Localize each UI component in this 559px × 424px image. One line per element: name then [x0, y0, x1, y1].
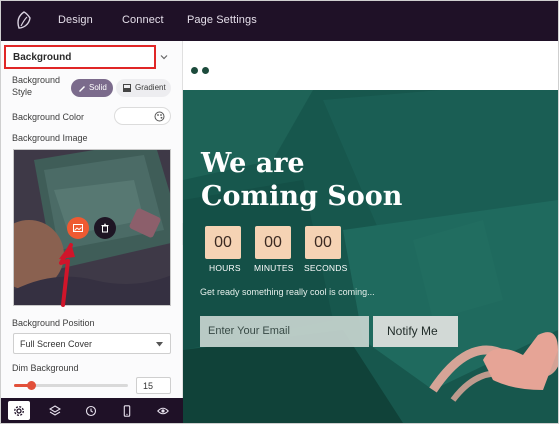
media-library-button[interactable] — [67, 217, 89, 239]
background-position-label: Background Position — [12, 318, 95, 328]
dim-background-label: Dim Background — [12, 363, 79, 373]
annotation-arrow-icon — [59, 243, 75, 307]
layers-button[interactable] — [37, 398, 73, 423]
delete-image-button[interactable] — [94, 217, 116, 239]
solid-label: Solid — [89, 83, 107, 92]
top-bar: Design Connect Page Settings — [1, 1, 558, 41]
countdown-seconds-label: SECONDS — [304, 263, 348, 273]
mobile-preview-button[interactable] — [109, 398, 145, 423]
settings-icon — [14, 406, 24, 416]
settings-button[interactable] — [8, 401, 30, 420]
headline: We are Coming Soon — [201, 147, 402, 213]
countdown-minutes: 00 — [255, 226, 291, 259]
gradient-icon — [123, 84, 131, 92]
background-position-select[interactable]: Full Screen Cover — [13, 333, 171, 354]
tagline: Get ready something really cool is comin… — [200, 287, 375, 297]
more-dots-icon[interactable] — [191, 61, 213, 79]
nav-design[interactable]: Design — [58, 14, 93, 26]
email-input[interactable]: Enter Your Email — [200, 316, 369, 347]
chevron-down-icon[interactable] — [159, 52, 169, 62]
background-image-thumbnail[interactable] — [13, 149, 171, 306]
notify-me-button[interactable]: Notify Me — [373, 316, 458, 347]
countdown-seconds: 00 — [305, 226, 341, 259]
section-title: Background — [13, 52, 72, 63]
palette-icon — [154, 111, 165, 122]
brush-icon — [79, 86, 85, 92]
position-value: Full Screen Cover — [20, 339, 93, 349]
trash-icon — [101, 223, 109, 233]
countdown-minutes-label: MINUTES — [254, 263, 294, 273]
background-color-label: Background Color — [12, 112, 85, 122]
solid-style-button[interactable]: Solid — [71, 79, 113, 97]
countdown-hours: 00 — [205, 226, 241, 259]
thumbnail-image — [14, 150, 170, 305]
leaf-logo-icon[interactable] — [13, 10, 35, 32]
headline-line-2: Coming Soon — [201, 181, 403, 212]
hero-section: We are Coming Soon 00 00 00 HOURS MINUTE… — [183, 90, 558, 423]
background-image-label: Background Image — [12, 133, 88, 143]
history-icon — [85, 405, 97, 417]
settings-sidebar: Background Background Style Solid Gradie… — [1, 41, 183, 423]
nav-page-settings[interactable]: Page Settings — [187, 14, 257, 26]
image-icon — [73, 224, 83, 232]
dim-slider-thumb[interactable] — [26, 381, 36, 390]
background-style-label: Background Style — [12, 75, 61, 97]
countdown-hours-label: HOURS — [209, 263, 241, 273]
background-section-header[interactable]: Background — [4, 45, 156, 69]
preview-button[interactable] — [145, 398, 181, 423]
headline-line-1: We are — [201, 148, 305, 179]
layers-icon — [49, 405, 61, 416]
notify-label: Notify Me — [387, 324, 438, 338]
dim-slider-track[interactable] — [14, 381, 128, 390]
eye-icon — [157, 407, 169, 415]
dim-value: 15 — [143, 381, 154, 391]
dim-value-input[interactable]: 15 — [136, 377, 171, 394]
gradient-label: Gradient — [135, 83, 166, 92]
email-placeholder: Enter Your Email — [208, 325, 290, 337]
caret-down-icon — [156, 342, 163, 347]
nav-connect[interactable]: Connect — [122, 14, 164, 26]
mobile-icon — [123, 405, 131, 417]
gradient-style-button[interactable]: Gradient — [116, 79, 171, 97]
page-preview: We are Coming Soon 00 00 00 HOURS MINUTE… — [183, 41, 558, 423]
sidebar-bottom-toolbar — [1, 398, 183, 423]
background-color-picker[interactable] — [114, 107, 171, 125]
history-button[interactable] — [73, 398, 109, 423]
